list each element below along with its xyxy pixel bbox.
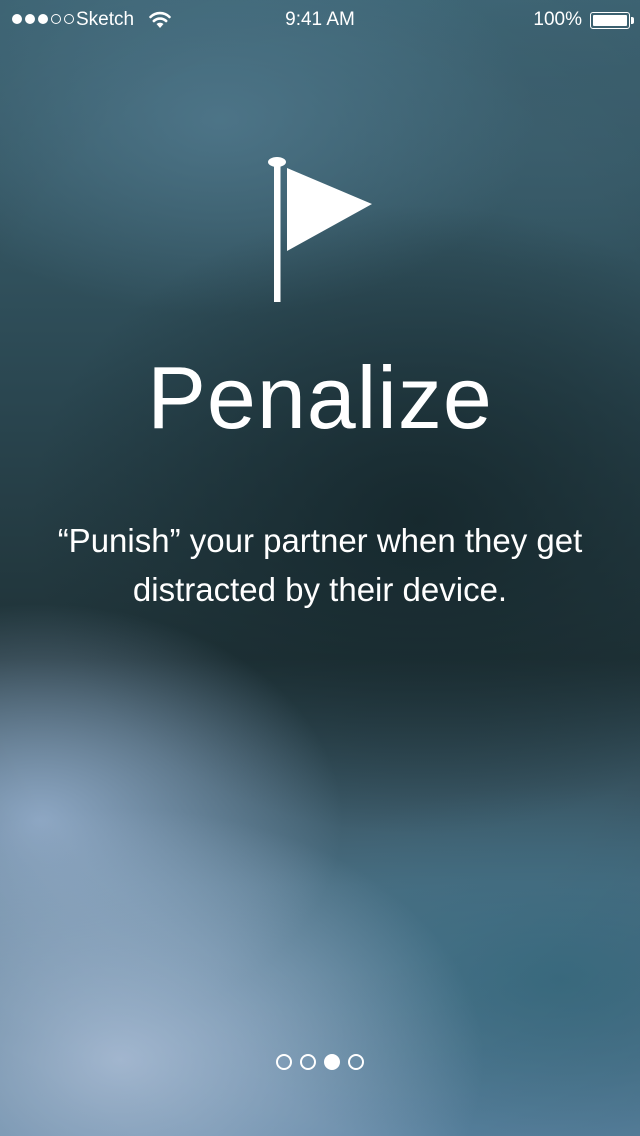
battery-percentage: 100%: [533, 9, 582, 30]
page-dot[interactable]: [276, 1054, 292, 1070]
page-dot-active[interactable]: [324, 1054, 340, 1070]
battery-tip: [631, 17, 634, 24]
page-dot[interactable]: [300, 1054, 316, 1070]
page-dot[interactable]: [348, 1054, 364, 1070]
battery-fill: [593, 15, 627, 26]
battery-icon: [590, 12, 630, 29]
status-bar: Sketch 9:41 AM 100%: [0, 0, 640, 40]
page-indicator[interactable]: [0, 1054, 640, 1070]
onboarding-title: Penalize: [147, 348, 493, 447]
flag-icon: [268, 157, 372, 302]
onboarding-screen: Sketch 9:41 AM 100% Penalize “Punish” yo…: [0, 0, 640, 1136]
onboarding-description: “Punish” your partner when they get dist…: [57, 522, 583, 608]
